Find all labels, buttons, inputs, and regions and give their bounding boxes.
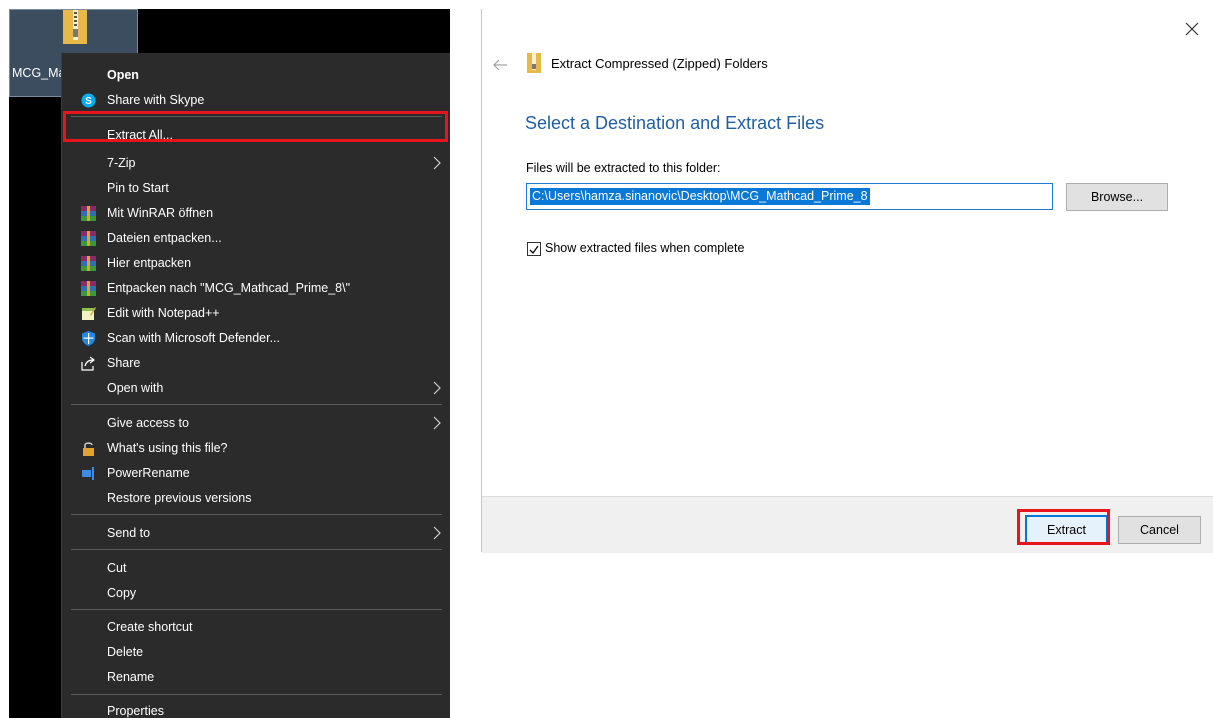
chevron-right-icon (433, 381, 441, 395)
menu-item-scan-with-defender[interactable]: Scan with Microsoft Defender... (62, 326, 450, 351)
menu-separator (71, 514, 442, 515)
zip-folder-icon (527, 53, 541, 73)
menu-separator (71, 609, 442, 610)
cancel-button[interactable]: Cancel (1118, 516, 1201, 544)
menu-item-label: Open with (107, 381, 164, 395)
menu-item-label: Cut (107, 561, 127, 575)
menu-item-label: PowerRename (107, 466, 190, 480)
menu-item-rename[interactable]: Rename (62, 665, 450, 690)
defender-shield-icon (82, 331, 95, 346)
menu-item-label: Open (107, 68, 139, 82)
powerrename-icon (82, 467, 94, 480)
menu-item-restore-previous-versions[interactable]: Restore previous versions (62, 486, 450, 511)
menu-item-winrar-open[interactable]: Mit WinRAR öffnen (62, 201, 450, 226)
menu-item-label: Rename (107, 670, 155, 684)
menu-item-label: Properties (107, 704, 164, 718)
menu-item-label: Create shortcut (107, 620, 193, 634)
menu-item-label: Scan with Microsoft Defender... (107, 331, 280, 345)
dialog-title: Extract Compressed (Zipped) Folders (551, 56, 768, 71)
menu-item-label: Share (107, 356, 141, 370)
menu-item-give-access-to[interactable]: Give access to (62, 411, 450, 436)
menu-item-create-shortcut[interactable]: Create shortcut (62, 615, 450, 640)
svg-text:S: S (85, 96, 92, 107)
menu-item-open[interactable]: Open (62, 63, 450, 88)
menu-item-7zip[interactable]: 7-Zip (62, 151, 450, 176)
menu-item-pin-to-start[interactable]: Pin to Start (62, 176, 450, 201)
menu-item-label: Entpacken nach "MCG_Mathcad_Prime_8\" (107, 281, 351, 295)
menu-separator (71, 694, 442, 695)
menu-item-delete[interactable]: Delete (62, 640, 450, 665)
extract-dialog: Extract Compressed (Zipped) Folders Sele… (481, 9, 1213, 553)
menu-item-share[interactable]: Share (62, 351, 450, 376)
destination-path-text: C:\Users\hamza.sinanovic\Desktop\MCG_Mat… (530, 188, 870, 205)
chevron-right-icon (433, 416, 441, 430)
menu-separator (71, 404, 442, 405)
file-name-label: MCG_Mathcad_Prime_8 (12, 66, 62, 80)
winrar-icon (81, 206, 96, 221)
extract-button-highlight-box (1017, 509, 1110, 545)
menu-item-label: Hier entpacken (107, 256, 192, 270)
skype-icon: S (81, 93, 96, 108)
winrar-icon (81, 231, 96, 246)
menu-item-send-to[interactable]: Send to (62, 521, 450, 546)
close-icon[interactable] (1182, 19, 1202, 39)
chevron-right-icon (433, 526, 441, 540)
menu-item-label: Restore previous versions (107, 491, 252, 505)
checkmark-icon (529, 245, 539, 255)
winrar-icon (81, 256, 96, 271)
menu-item-label: Send to (107, 526, 151, 540)
menu-item-open-with[interactable]: Open with (62, 376, 450, 401)
menu-item-whats-using-this-file[interactable]: What's using this file? (62, 436, 450, 461)
menu-item-properties[interactable]: Properties (62, 699, 450, 718)
share-icon (81, 356, 95, 371)
menu-item-powerrename[interactable]: PowerRename (62, 461, 450, 486)
dialog-heading: Select a Destination and Extract Files (525, 113, 825, 133)
menu-item-label: What's using this file? (107, 441, 228, 455)
show-extracted-files-label: Show extracted files when complete (545, 241, 745, 255)
menu-item-label: Edit with Notepad++ (107, 306, 220, 320)
menu-item-label: Share with Skype (107, 93, 205, 107)
menu-item-label: Dateien entpacken... (107, 231, 222, 245)
menu-item-share-with-skype[interactable]: S Share with Skype (62, 88, 450, 113)
menu-item-label: Delete (107, 645, 144, 659)
zip-folder-icon (63, 10, 87, 44)
notepad-plus-plus-icon (82, 307, 96, 320)
menu-item-label: 7-Zip (107, 156, 136, 170)
menu-item-label: Pin to Start (107, 181, 169, 195)
menu-item-edit-with-notepad-plus-plus[interactable]: Edit with Notepad++ (62, 301, 450, 326)
winrar-icon (81, 281, 96, 296)
desktop: MCG_Mathcad_Prime_8 Open S Share with Sk… (9, 9, 450, 718)
back-arrow-icon[interactable] (492, 58, 508, 72)
extract-all-highlight-box (63, 111, 448, 142)
padlock-icon (83, 442, 94, 456)
menu-item-winrar-extract-to-folder[interactable]: Entpacken nach "MCG_Mathcad_Prime_8\" (62, 276, 450, 301)
chevron-right-icon (433, 156, 441, 170)
menu-item-winrar-extract-files[interactable]: Dateien entpacken... (62, 226, 450, 251)
menu-item-winrar-extract-here[interactable]: Hier entpacken (62, 251, 450, 276)
browse-button[interactable]: Browse... (1066, 183, 1168, 211)
destination-label: Files will be extracted to this folder: (526, 161, 721, 175)
show-extracted-files-checkbox[interactable] (527, 242, 541, 256)
dialog-footer: Extract Cancel (482, 496, 1213, 553)
menu-item-label: Give access to (107, 416, 189, 430)
menu-item-label: Copy (107, 586, 137, 600)
menu-item-label: Mit WinRAR öffnen (107, 206, 214, 220)
menu-separator (71, 549, 442, 550)
destination-path-input[interactable]: C:\Users\hamza.sinanovic\Desktop\MCG_Mat… (526, 183, 1053, 210)
menu-item-cut[interactable]: Cut (62, 556, 450, 581)
menu-item-copy[interactable]: Copy (62, 581, 450, 606)
context-menu: Open S Share with Skype Extract All... 7… (61, 53, 450, 718)
